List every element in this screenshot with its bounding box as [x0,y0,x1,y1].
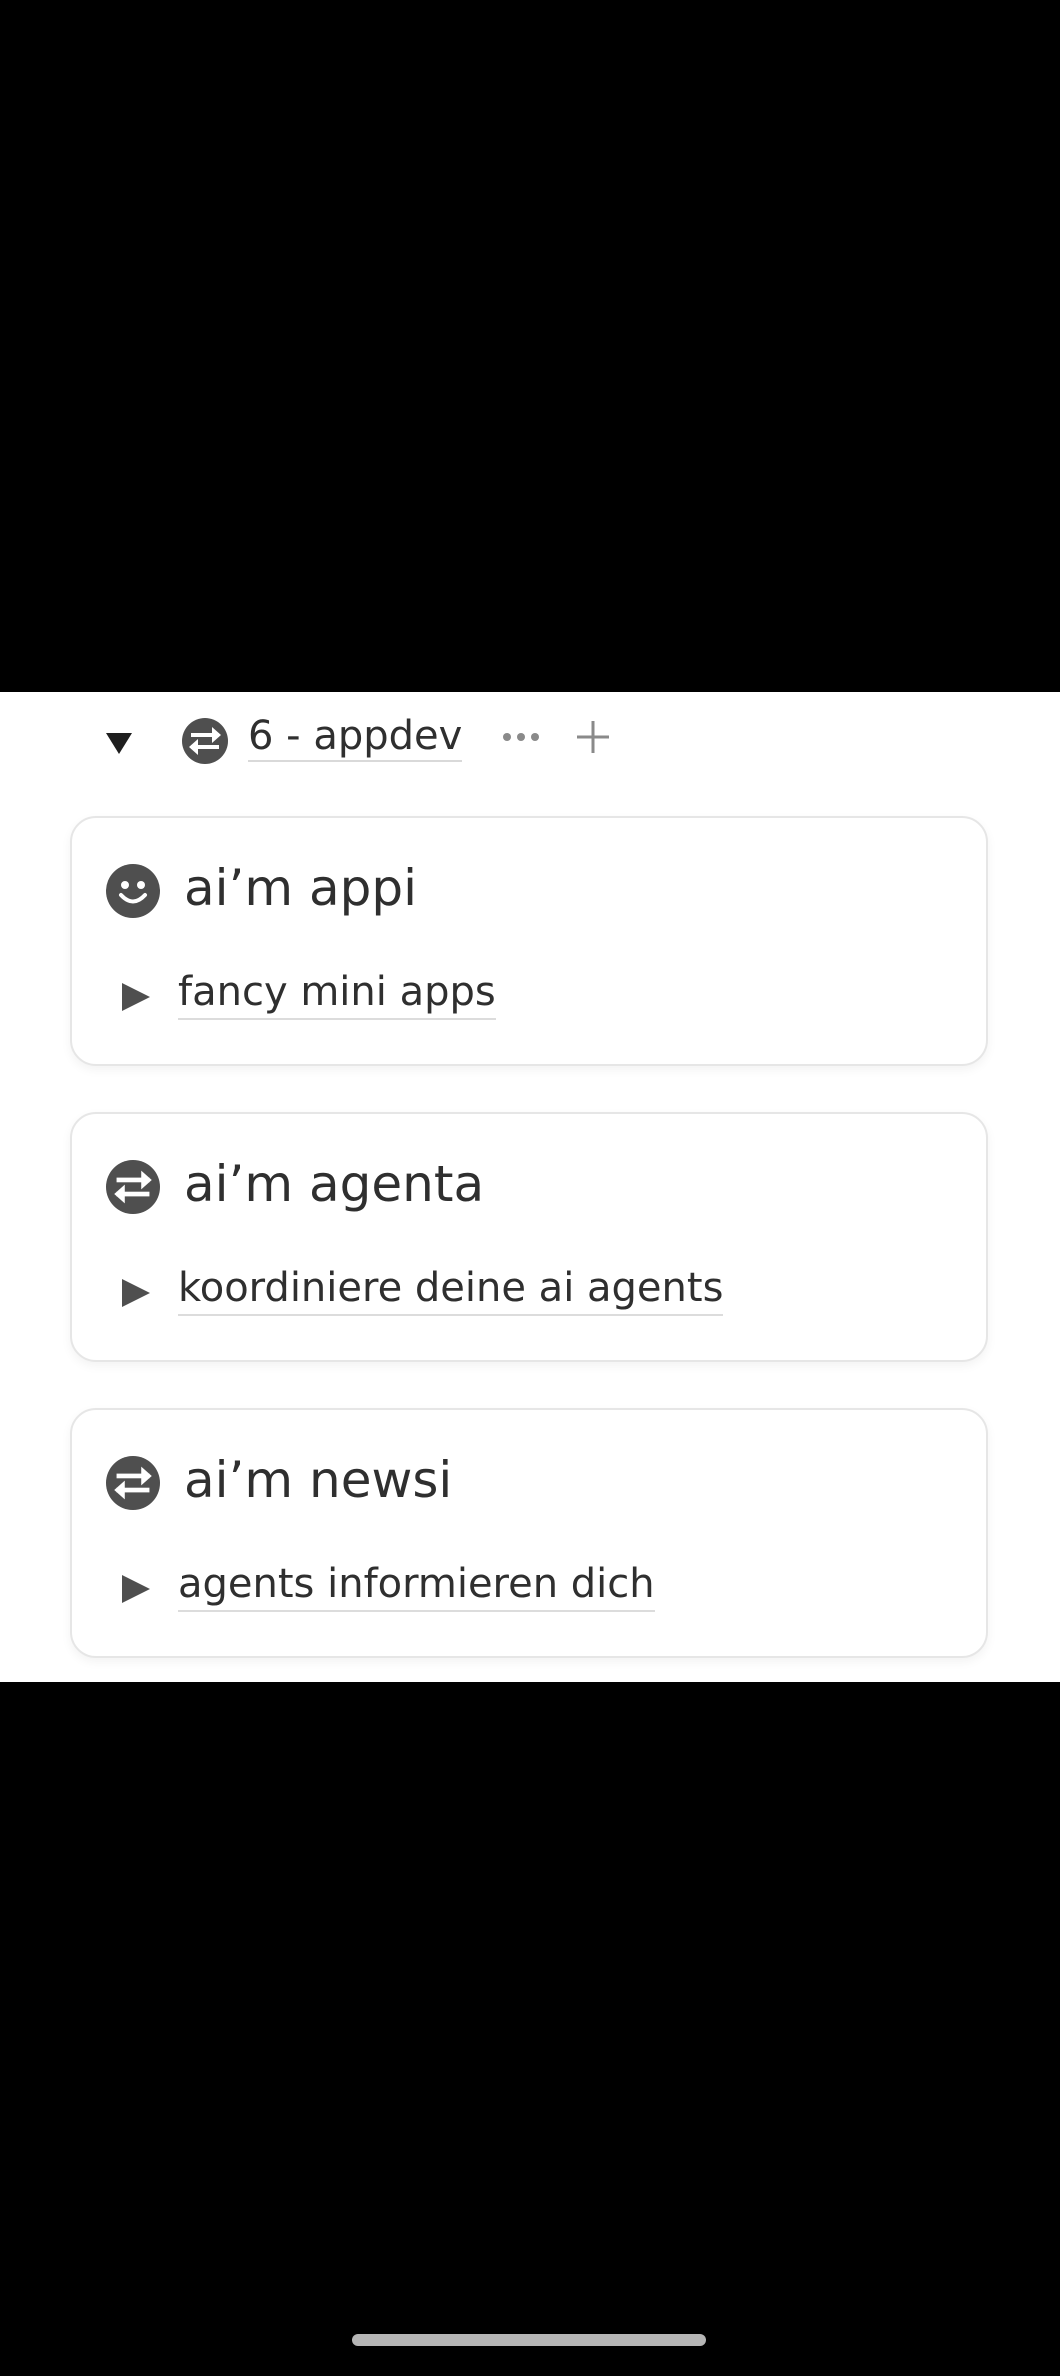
caret-right-icon[interactable] [116,978,154,1016]
caret-right-icon[interactable] [116,1274,154,1312]
caret-down-icon[interactable] [102,726,136,760]
group-title[interactable]: 6 - appdev [248,712,463,762]
page-card-appi[interactable]: ai’m appi fancy mini apps [70,816,988,1066]
page-card-agenta[interactable]: ai’m agenta koordiniere deine ai agents [70,1112,988,1362]
card-title[interactable]: ai’m appi [184,856,417,920]
home-indicator[interactable] [352,2334,706,2346]
exchange-icon [106,1456,160,1510]
card-subitem[interactable]: koordiniere deine ai agents [178,1262,724,1316]
more-horizontal-icon[interactable] [498,714,544,760]
group-header: 6 - appdev [0,692,1060,792]
caret-right-icon[interactable] [116,1570,154,1608]
exchange-icon [182,718,228,764]
content-panel: 6 - appdev ai’m appi fancy mini apps ai’… [0,692,1060,1682]
caret-down-icon [106,733,132,754]
plus-icon[interactable] [570,714,616,760]
card-subitem[interactable]: agents informieren dich [178,1558,655,1612]
card-subitem[interactable]: fancy mini apps [178,966,496,1020]
smiley-face-icon [106,864,160,918]
exchange-icon [106,1160,160,1214]
card-title[interactable]: ai’m newsi [184,1448,452,1512]
card-title[interactable]: ai’m agenta [184,1152,484,1216]
page-card-newsi[interactable]: ai’m newsi agents informieren dich [70,1408,988,1658]
